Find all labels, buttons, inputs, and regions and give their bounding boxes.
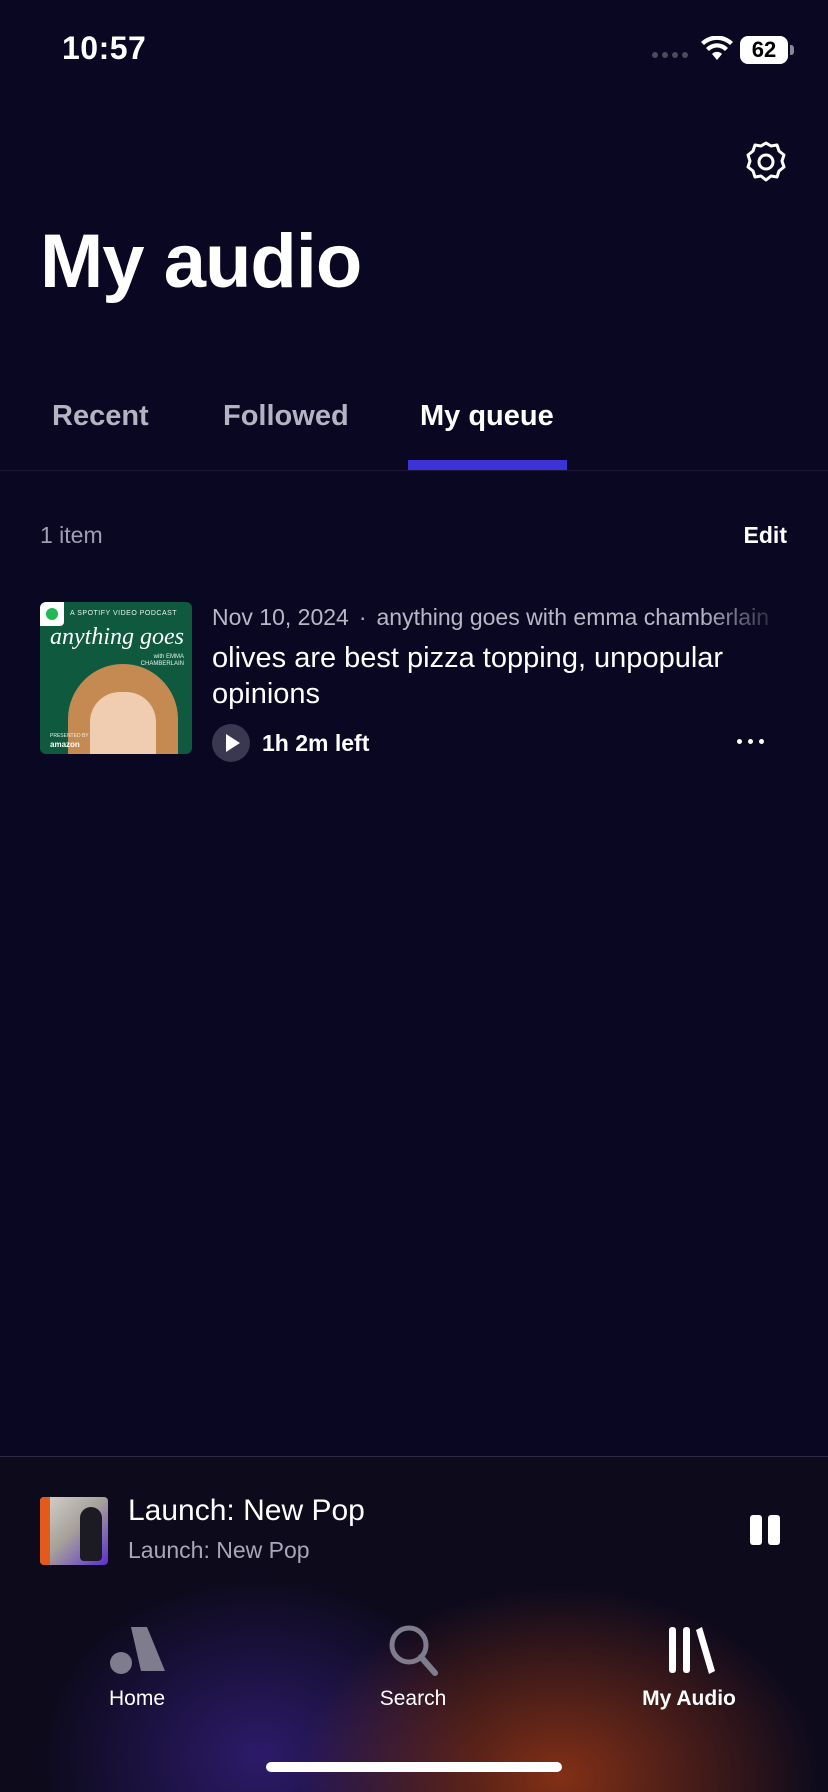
cover-title: anything goes xyxy=(50,624,184,650)
cover-host-line-1: with EMMA xyxy=(153,654,184,660)
tab-bar: Recent Followed My queue xyxy=(0,390,828,471)
more-icon-dot xyxy=(758,738,764,744)
pause-button[interactable] xyxy=(746,1515,786,1549)
home-indicator[interactable] xyxy=(266,1762,562,1772)
cover-host: with EMMA CHAMBERLAIN xyxy=(141,654,184,668)
nav-my-audio[interactable]: My Audio xyxy=(599,1623,779,1711)
spotify-logo-icon xyxy=(40,602,64,626)
nav-home-label: Home xyxy=(108,1687,166,1710)
cellular-signal-icon xyxy=(652,52,688,58)
meta-separator: · xyxy=(358,604,367,630)
play-button[interactable] xyxy=(212,724,250,762)
gear-icon[interactable] xyxy=(744,140,788,184)
tab-my-queue[interactable]: My queue xyxy=(420,400,554,433)
battery-cap xyxy=(790,45,794,55)
cover-presented-by: PRESENTED BY xyxy=(50,733,89,739)
episode-meta: Nov 10, 2024 · anything goes with emma cha… xyxy=(212,604,788,631)
library-icon xyxy=(669,1627,715,1674)
status-bar: 10:57 62 xyxy=(0,0,828,100)
search-icon xyxy=(389,1625,438,1676)
mini-player[interactable]: Launch: New Pop Launch: New Pop xyxy=(0,1457,828,1607)
now-playing-subtitle: Launch: New Pop xyxy=(128,1537,310,1563)
show-name[interactable]: anything goes with emma chamberlain xyxy=(377,604,769,630)
queue-item[interactable]: A SPOTIFY VIDEO PODCAST anything goes wi… xyxy=(40,602,788,762)
active-tab-indicator xyxy=(408,460,567,470)
episode-date: Nov 10, 2024 xyxy=(212,604,349,630)
nav-home[interactable]: Home xyxy=(47,1623,227,1711)
more-icon-dot xyxy=(747,738,753,744)
time-left: 1h 2m left xyxy=(262,730,370,756)
page-title: My audio xyxy=(40,219,362,304)
nav-search-label: Search xyxy=(379,1687,447,1710)
cover-portrait xyxy=(68,664,178,754)
tab-recent[interactable]: Recent xyxy=(52,400,149,433)
episode-title[interactable]: olives are best pizza topping, unpopular… xyxy=(212,640,772,712)
podcast-cover: A SPOTIFY VIDEO PODCAST anything goes wi… xyxy=(40,602,192,754)
cover-sponsor: amazon xyxy=(50,740,80,749)
wifi-icon xyxy=(701,36,733,60)
tab-followed[interactable]: Followed xyxy=(223,400,349,433)
edit-button[interactable]: Edit xyxy=(744,522,787,549)
more-icon-dot xyxy=(736,738,742,744)
more-options-button[interactable] xyxy=(730,726,770,756)
nav-my-audio-label: My Audio xyxy=(642,1687,736,1710)
now-playing-title: Launch: New Pop xyxy=(128,1494,365,1527)
bottom-nav: Home Search My Audio xyxy=(0,1607,828,1727)
home-icon xyxy=(110,1627,165,1674)
tabs-divider xyxy=(0,470,828,471)
battery-icon: 62 xyxy=(740,36,788,64)
item-count: 1 item xyxy=(40,522,103,548)
now-playing-artwork xyxy=(40,1497,108,1565)
status-time: 10:57 xyxy=(62,30,147,66)
cover-tagline: A SPOTIFY VIDEO PODCAST xyxy=(70,610,178,617)
bottom-area: Launch: New Pop Launch: New Pop Home Sea… xyxy=(0,1456,828,1792)
cover-host-line-2: CHAMBERLAIN xyxy=(140,661,184,667)
nav-search[interactable]: Search xyxy=(323,1623,503,1711)
